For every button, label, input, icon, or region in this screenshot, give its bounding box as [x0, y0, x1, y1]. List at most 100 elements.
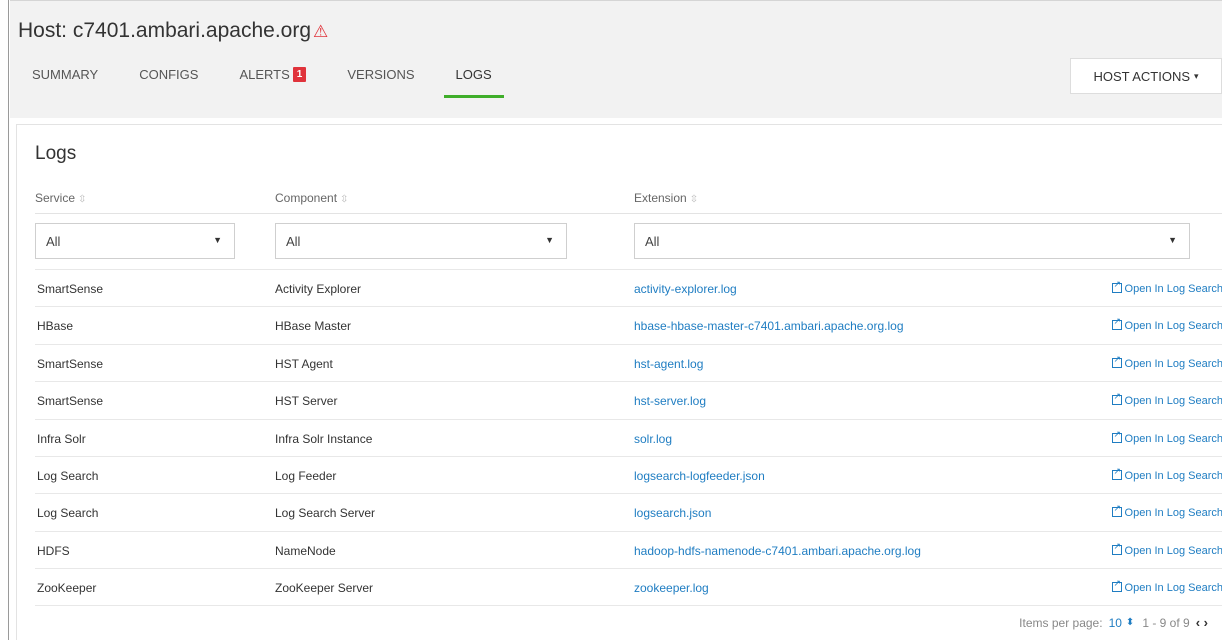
- items-per-page-label: Items per page:: [1019, 615, 1103, 630]
- log-file-link[interactable]: activity-explorer.log: [634, 282, 737, 296]
- table-row: SmartSense Activity Explorer activity-ex…: [35, 269, 1222, 306]
- log-file-link[interactable]: zookeeper.log: [634, 581, 709, 595]
- component-cell: Infra Solr Instance: [275, 431, 373, 446]
- open-in-log-search-link[interactable]: Open In Log Search: [1111, 279, 1222, 295]
- caret-down-icon: ▾: [1194, 70, 1199, 81]
- prev-page-button[interactable]: ‹: [1196, 615, 1200, 630]
- column-header-component[interactable]: Component ⇳: [275, 191, 348, 205]
- column-header-label: Extension: [634, 191, 687, 205]
- open-label: Open In Log Search: [1124, 320, 1222, 333]
- service-cell: Infra Solr: [37, 431, 86, 446]
- selected-value: All: [645, 233, 660, 249]
- dropdown-arrow-icon: ▼: [545, 235, 554, 245]
- open-label: Open In Log Search: [1124, 432, 1222, 445]
- open-label: Open In Log Search: [1124, 283, 1222, 295]
- component-cell: ZooKeeper Server: [275, 581, 374, 596]
- external-link-icon: [1111, 354, 1122, 368]
- service-cell: SmartSense: [37, 356, 104, 371]
- tab-versions[interactable]: VERSIONS: [335, 67, 426, 91]
- external-link-icon: [1111, 279, 1122, 293]
- log-file-link[interactable]: logsearch-logfeeder.json: [634, 469, 765, 483]
- column-header-service[interactable]: Service ⇳: [35, 191, 86, 205]
- external-link-icon: [1111, 578, 1122, 593]
- tab-configs[interactable]: CONFIGS: [127, 67, 210, 91]
- open-in-log-search-link[interactable]: Open In Log Search: [1111, 503, 1222, 519]
- panel-title: Logs: [35, 143, 77, 164]
- page-title: Host: c7401.ambari.apache.org ⚠: [18, 19, 328, 43]
- table-row: Log Search Log Search Server logsearch.j…: [35, 493, 1222, 530]
- open-in-log-search-link[interactable]: Open In Log Search: [1111, 354, 1222, 370]
- sort-icon: ⇳: [340, 194, 349, 205]
- open-label: Open In Log Search: [1124, 544, 1222, 557]
- sort-icon: ⇳: [689, 194, 699, 205]
- tab-summary[interactable]: SUMMARY: [20, 67, 110, 91]
- table-row: SmartSense HST Agent hst-agent.log Open …: [35, 343, 1222, 381]
- selected-value: All: [286, 233, 301, 249]
- table-row: Infra Solr Infra Solr Instance solr.log …: [35, 418, 1222, 456]
- items-per-page-select[interactable]: 10: [1109, 616, 1122, 630]
- service-cell: HDFS: [37, 543, 70, 558]
- external-link-icon: [1111, 466, 1122, 480]
- page-range: 1 - 9 of 9: [1142, 615, 1190, 630]
- external-link-icon: [1111, 503, 1122, 518]
- tab-label: SUMMARY: [32, 66, 99, 82]
- open-label: Open In Log Search: [1124, 582, 1222, 595]
- table-row: HBase HBase Master hbase-hbase-master-c7…: [35, 306, 1222, 343]
- column-header-label: Component: [275, 191, 338, 205]
- service-filter-select[interactable]: All ▼: [35, 223, 235, 259]
- open-in-log-search-link[interactable]: Open In Log Search: [1111, 541, 1222, 557]
- table-row: HDFS NameNode hadoop-hdfs-namenode-c7401…: [35, 530, 1222, 568]
- log-file-link[interactable]: logsearch.json: [634, 506, 711, 520]
- alert-count-badge: 1: [292, 66, 307, 82]
- service-cell: Log Search: [37, 468, 99, 483]
- table-row: Log Search Log Feeder logsearch-logfeede…: [35, 455, 1222, 493]
- next-page-button[interactable]: ›: [1204, 615, 1208, 630]
- table-row: ZooKeeper ZooKeeper Server zookeeper.log…: [35, 568, 1222, 606]
- log-file-link[interactable]: hbase-hbase-master-c7401.ambari.apache.o…: [634, 319, 904, 333]
- open-in-log-search-link[interactable]: Open In Log Search: [1111, 391, 1222, 407]
- service-cell: ZooKeeper: [37, 581, 97, 596]
- column-header-extension[interactable]: Extension ⇳: [634, 191, 698, 205]
- open-in-log-search-link[interactable]: Open In Log Search: [1111, 429, 1222, 445]
- tab-logs[interactable]: LOGS: [443, 66, 504, 98]
- component-cell: NameNode: [275, 543, 336, 558]
- component-filter-select[interactable]: All ▼: [275, 223, 567, 259]
- component-cell: HST Server: [275, 394, 338, 409]
- open-label: Open In Log Search: [1124, 357, 1222, 370]
- pagination: Items per page: 10 ⬍ 1 - 9 of 9 ‹ ›: [1019, 615, 1208, 630]
- dropdown-arrow-icon: ▼: [1168, 235, 1177, 245]
- logs-table-body: SmartSense Activity Explorer activity-ex…: [35, 269, 1222, 606]
- items-per-page-spinner-icon[interactable]: ⬍: [1126, 617, 1134, 628]
- column-header-label: Service: [35, 191, 76, 205]
- external-link-icon: [1111, 391, 1122, 406]
- dropdown-arrow-icon: ▼: [213, 235, 222, 245]
- component-cell: Activity Explorer: [275, 282, 362, 296]
- component-cell: HST Agent: [275, 356, 333, 371]
- open-in-log-search-link[interactable]: Open In Log Search: [1111, 578, 1222, 595]
- selected-value: All: [46, 233, 61, 249]
- service-cell: HBase: [37, 319, 74, 334]
- extension-filter-select[interactable]: All ▼: [634, 223, 1190, 259]
- external-link-icon: [1111, 541, 1122, 555]
- host-name: Host: c7401.ambari.apache.org: [18, 19, 312, 42]
- host-actions-label: HOST ACTIONS: [1093, 68, 1191, 84]
- external-link-icon: [1111, 429, 1122, 443]
- open-in-log-search-link[interactable]: Open In Log Search: [1111, 466, 1222, 482]
- log-file-link[interactable]: hst-server.log: [634, 394, 706, 408]
- open-in-log-search-link[interactable]: Open In Log Search: [1111, 316, 1222, 333]
- host-header: Host: c7401.ambari.apache.org ⚠ SUMMARY C…: [10, 0, 1222, 118]
- header-divider: [35, 213, 1222, 214]
- host-actions-button[interactable]: HOST ACTIONS ▾: [1070, 58, 1222, 94]
- service-cell: Log Search: [37, 506, 99, 521]
- component-cell: Log Search Server: [275, 506, 376, 521]
- tab-label: LOGS: [455, 66, 492, 82]
- table-row: SmartSense HST Server hst-server.log Ope…: [35, 381, 1222, 418]
- tab-alerts[interactable]: ALERTS 1: [227, 66, 318, 91]
- log-file-link[interactable]: hst-agent.log: [634, 357, 703, 371]
- component-cell: HBase Master: [275, 319, 352, 334]
- warning-icon[interactable]: ⚠: [313, 22, 328, 41]
- logs-panel: Logs Service ⇳ Component ⇳ Extension ⇳ All ▼…: [16, 124, 1222, 640]
- log-file-link[interactable]: solr.log: [634, 432, 672, 446]
- tab-label: CONFIGS: [139, 66, 199, 82]
- log-file-link[interactable]: hadoop-hdfs-namenode-c7401.ambari.apache…: [634, 544, 921, 558]
